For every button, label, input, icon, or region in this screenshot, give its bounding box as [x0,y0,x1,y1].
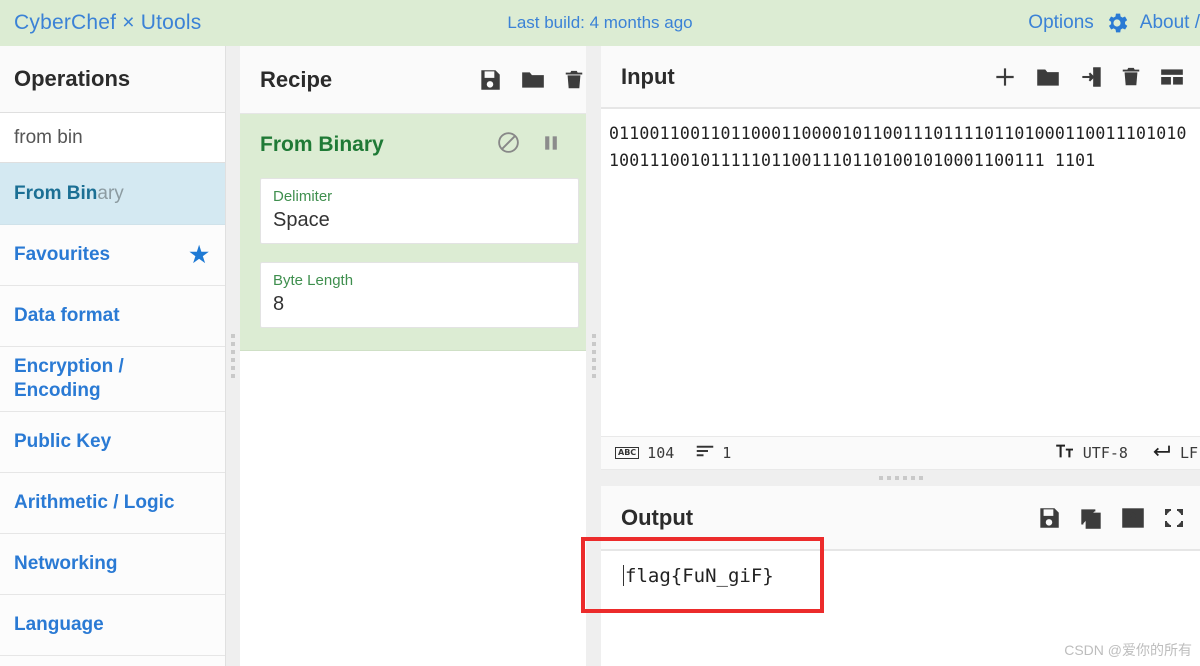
recipe-operation-controls [496,130,579,160]
operations-header: Operations [0,46,225,113]
recipe-empty-area[interactable] [240,351,599,666]
sidebar-item-language[interactable]: Language [0,595,225,656]
input-status-right: UTF-8 LF [1055,443,1198,463]
output-value: flag{FuN_giF} [625,565,774,587]
input-status-bar: ABC 104 1 UTF-8 LF [601,436,1200,470]
sidebar-item-label: Favourites [14,244,111,266]
character-count: ABC 104 [615,444,674,462]
sidebar-item-label: Data format [14,305,120,327]
page-title: Operations [14,66,131,91]
sidebar-item-encryption-encoding[interactable]: Encryption / Encoding [0,347,225,412]
argument-label: Byte Length [273,272,354,289]
plus-icon[interactable] [992,64,1018,90]
recipe-panel: Recipe From Binary Delimiter Space Byte … [240,46,600,666]
lines-icon [696,444,714,462]
line-ending-value: LF [1179,444,1198,462]
star-icon: ★ [189,242,209,268]
sidebar-item-label: Arithmetic / Logic [14,491,175,513]
trash-icon[interactable] [563,67,585,93]
output-panel: Output flag{FuN_giF} [601,486,1200,666]
options-link[interactable]: Options [1028,12,1093,34]
input-panel: Input 0110011001101100011000010110011101… [601,46,1200,470]
argument-label: Delimiter [273,188,333,205]
cyberchef-window: CyberChef × Utools Last build: 4 months … [0,0,1200,666]
input-status-left: ABC 104 1 [615,444,731,462]
input-title: Input [621,63,675,89]
search-result-match: From Bin [14,182,98,204]
sidebar-item-data-format[interactable]: Data format [0,286,225,347]
line-ending-selector[interactable]: LF [1150,443,1198,463]
output-line: flag{FuN_giF} [623,565,1200,587]
sidebar-item-label: Public Key [14,430,112,452]
line-count: 1 [696,444,731,462]
grip-icon [231,334,235,378]
panel-layout-icon[interactable] [1158,64,1186,90]
recipe-operation-from-binary[interactable]: From Binary Delimiter Space Byte Length … [240,114,599,351]
about-link[interactable]: About / [1140,12,1200,34]
title-bar-actions: Options About / [1028,0,1200,46]
recipe-operation-header: From Binary [260,130,579,160]
sidebar-item-label: Networking [14,552,118,574]
grip-icon [878,476,923,480]
search-result-from-binary[interactable]: From Bin ary [0,163,225,225]
operations-list: From Bin ary Favourites ★ Data format Enc… [0,163,225,666]
output-title: Output [621,504,694,530]
argument-delimiter[interactable]: Delimiter Space [260,178,579,244]
line-count-value: 1 [722,444,732,462]
sidebar-item-label: Language [14,613,104,635]
argument-value[interactable]: Space [273,207,566,234]
watermark: CSDN @爱你的所有 [1064,642,1192,658]
open-file-icon[interactable] [1078,64,1104,90]
sidebar-item-public-key[interactable]: Public Key [0,412,225,473]
character-count-value: 104 [647,444,675,462]
search-result-remainder: ary [97,182,124,204]
abc-characters-icon: ABC [615,447,640,459]
bake-to-input-icon[interactable] [1120,505,1146,531]
recipe-actions [477,67,585,93]
grip-icon [591,334,596,378]
argument-byte-length[interactable]: Byte Length 8 [260,262,579,328]
recipe-header: Recipe [240,46,599,114]
sidebar-item-favourites[interactable]: Favourites ★ [0,225,225,286]
recipe-operation-title: From Binary [260,133,384,156]
operations-search[interactable] [0,113,225,163]
input-header: Input [601,46,1200,108]
input-textarea[interactable]: 0110011001101100011000010110011101111011… [601,108,1200,436]
io-panel: Input 0110011001101100011000010110011101… [601,46,1200,666]
folder-icon[interactable] [519,67,547,93]
title-bar: CyberChef × Utools Last build: 4 months … [0,0,1200,46]
operations-panel: Operations From Binary Favourites ★ Data… [0,46,226,666]
input-actions [992,64,1186,90]
last-build-label: Last build: 4 months ago [507,13,693,32]
disable-circle-slash-icon[interactable] [496,130,521,160]
save-icon[interactable] [1036,505,1062,531]
operations-recipe-splitter[interactable] [226,46,240,666]
save-icon[interactable] [477,67,503,93]
sidebar-item-label: Encryption / Encoding [14,356,124,401]
pause-icon[interactable] [541,131,561,160]
output-header: Output [601,486,1200,550]
recipe-title: Recipe [260,66,333,92]
copy-icon[interactable] [1078,505,1104,531]
argument-value[interactable]: 8 [273,291,566,318]
output-actions [1036,505,1186,531]
trash-icon[interactable] [1120,64,1142,90]
gear-icon[interactable] [1104,10,1130,36]
recipe-io-splitter[interactable] [586,46,601,666]
return-arrow-icon [1150,443,1172,463]
font-size-icon [1055,443,1075,463]
encoding-value: UTF-8 [1082,444,1128,462]
folder-open-icon[interactable] [1034,64,1062,90]
sidebar-item-arithmetic-logic[interactable]: Arithmetic / Logic [0,473,225,534]
maximize-icon[interactable] [1162,506,1186,530]
sidebar-item-networking[interactable]: Networking [0,534,225,595]
text-caret [623,565,624,586]
encoding-selector[interactable]: UTF-8 [1055,443,1128,463]
input-output-splitter[interactable] [601,470,1200,486]
search-input[interactable] [14,126,204,149]
input-value: 0110011001101100011000010110011101111011… [609,124,1187,170]
